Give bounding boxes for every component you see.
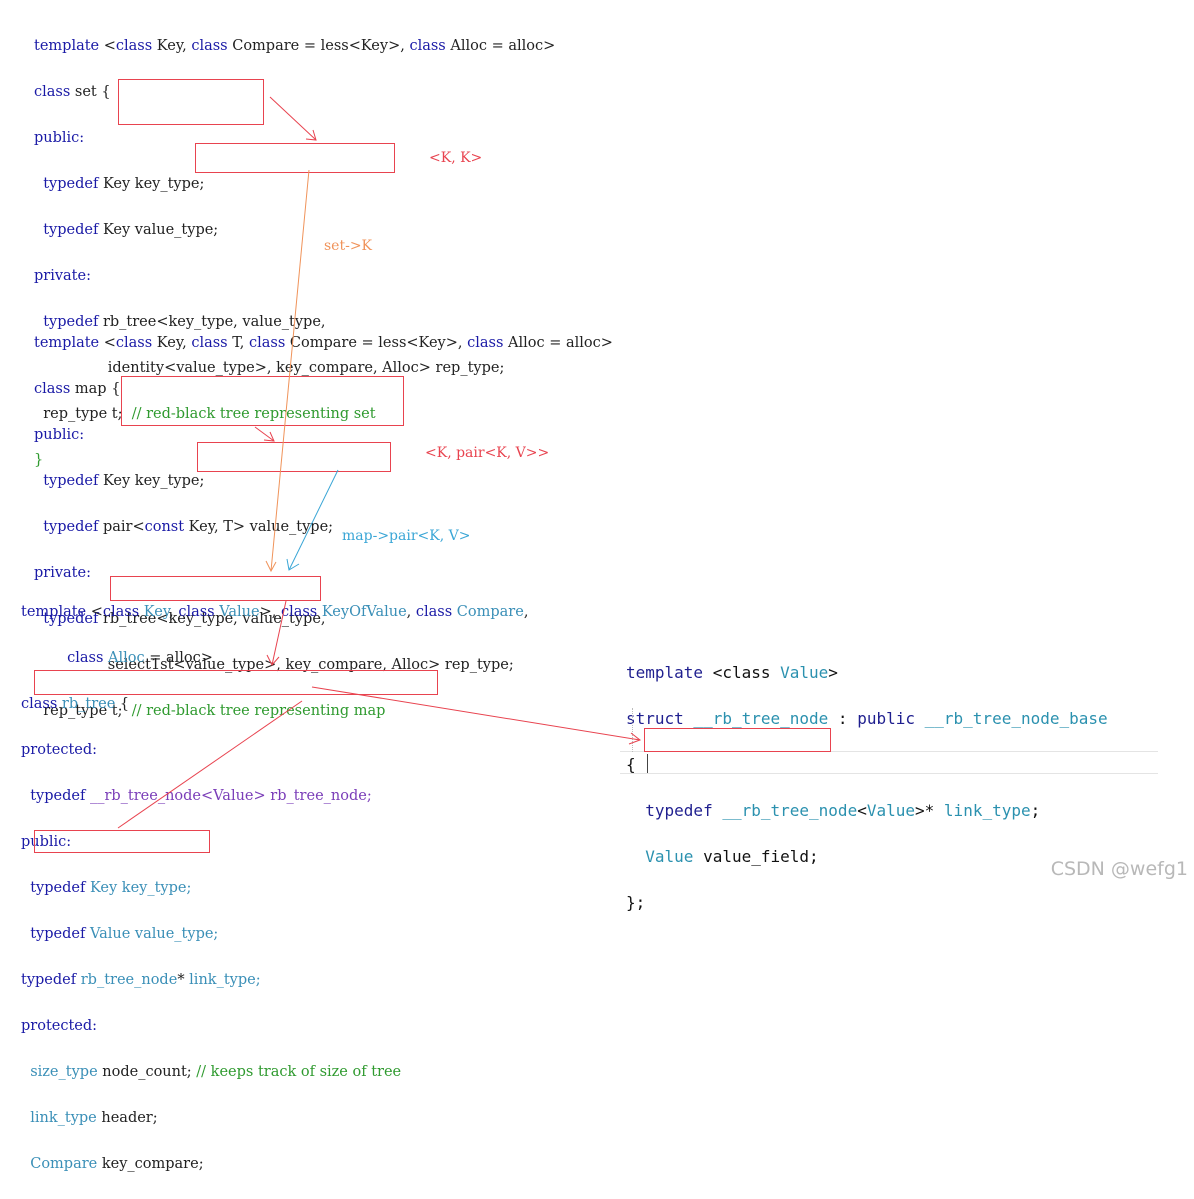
arrow-set-types: [269, 96, 317, 141]
arrow-value-to-node: [266, 600, 287, 666]
rbtree-line-valuetype: typedef Value value_type;: [30, 926, 219, 942]
node-line-close: };: [626, 893, 646, 912]
rbtree-line-nodecount: size_type node_count; // keeps track of …: [30, 1064, 402, 1080]
rbtree-line-header: link_type header;: [30, 1110, 158, 1126]
arrow-layer: [117, 96, 642, 829]
watermark: CSDN @wefg1: [1050, 858, 1188, 880]
rbtree-line-linktype: typedef rb_tree_node* link_type;: [21, 972, 261, 988]
rbtree-line-protected2: protected:: [21, 1018, 98, 1034]
rbtree-line-keycompare: Compare key_compare;: [30, 1156, 204, 1172]
arrow-node-to-header: [117, 700, 303, 829]
arrow-map-to-value: [286, 469, 339, 571]
arrow-map-types: [254, 426, 275, 442]
arrow-node-to-valuefield: [311, 686, 642, 745]
arrow-set-to-key: [265, 169, 310, 573]
